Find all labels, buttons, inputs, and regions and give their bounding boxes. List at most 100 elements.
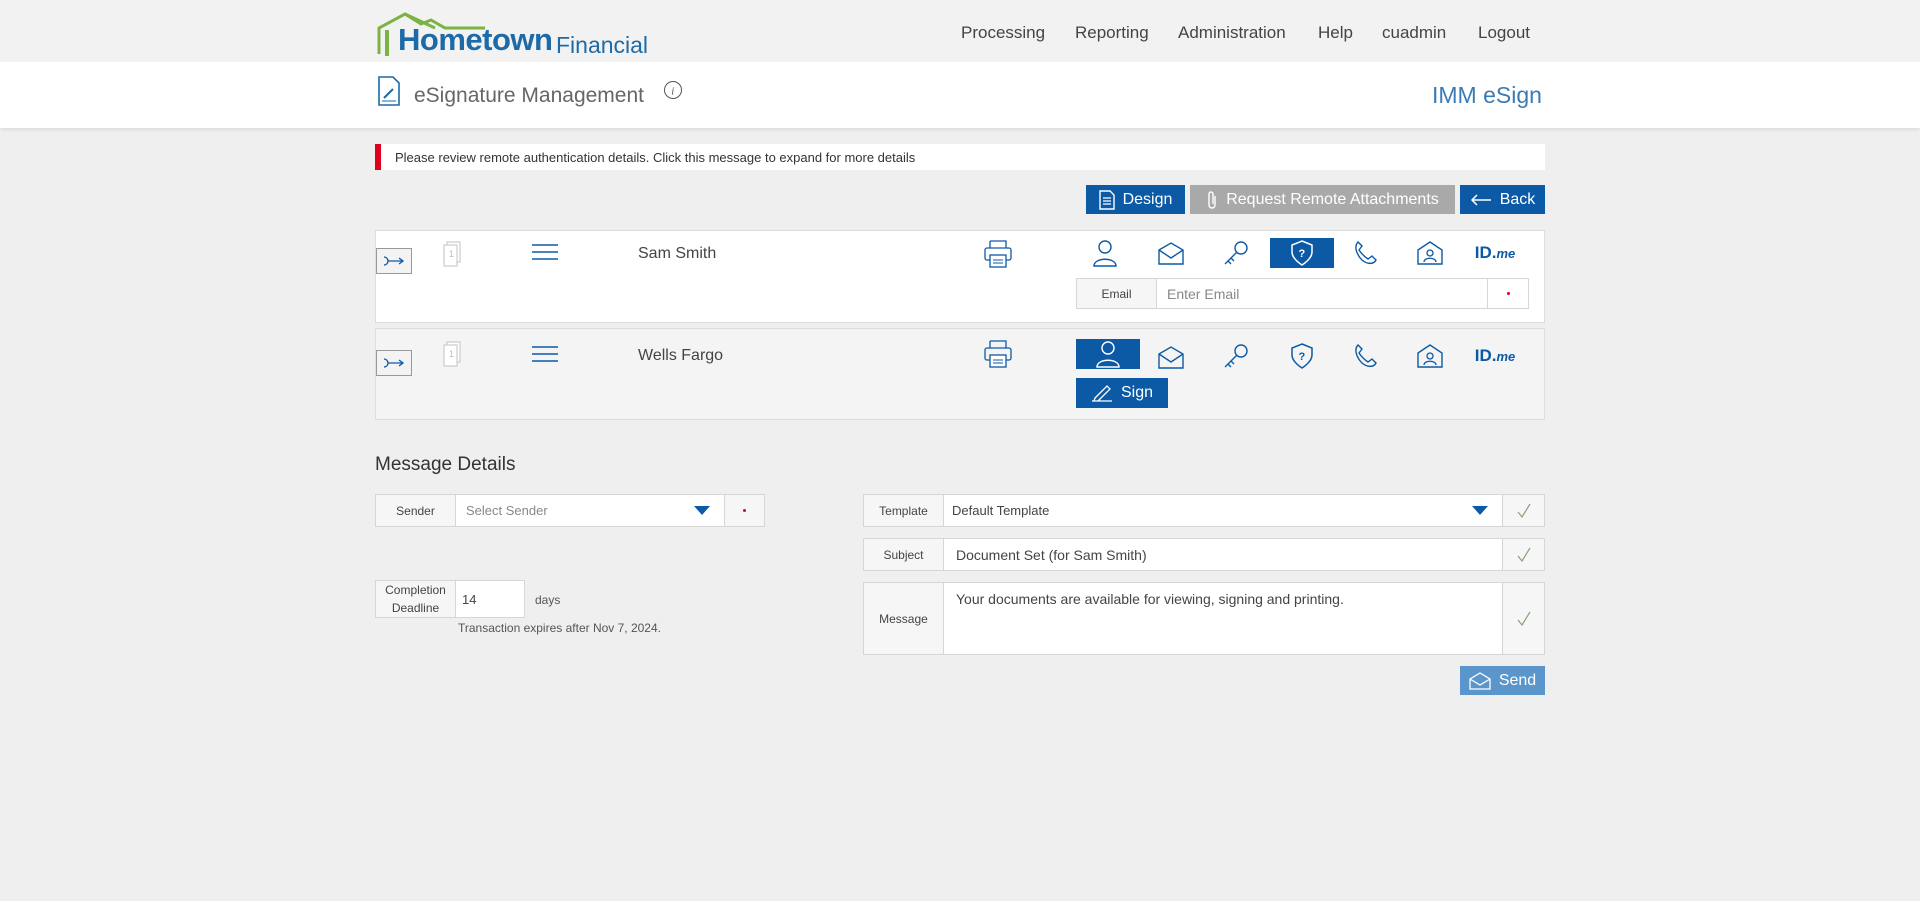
nav-help[interactable]: Help	[1318, 23, 1353, 43]
sender-label: Sender	[375, 494, 456, 527]
back-button-label: Back	[1499, 190, 1536, 208]
logo-text-bold: Hometown	[398, 22, 553, 57]
design-button-label: Design	[1122, 190, 1173, 208]
email-placeholder: Enter Email	[1167, 285, 1240, 302]
sign-button[interactable]: Sign	[1076, 378, 1168, 408]
auth-in-person[interactable]	[1076, 339, 1140, 369]
checkmark-icon	[1517, 547, 1531, 562]
request-attachments-label: Request Remote Attachments	[1226, 190, 1439, 208]
auth-password[interactable]	[1204, 341, 1268, 371]
idme-logo: ID.me	[1474, 346, 1516, 365]
route-arrow-icon	[383, 256, 405, 266]
sign-button-label: Sign	[1120, 384, 1154, 401]
pen-sign-icon	[1091, 385, 1112, 402]
auth-password[interactable]	[1204, 238, 1268, 268]
route-arrow-icon	[383, 358, 405, 368]
email-required-indicator	[1487, 278, 1529, 309]
nav-administration[interactable]: Administration	[1178, 23, 1286, 43]
subject-input[interactable]: Document Set (for Sam Smith)	[943, 538, 1503, 571]
pages-icon[interactable]: 1	[442, 341, 464, 367]
logo-text-light: Financial	[556, 32, 649, 58]
shield-question-icon: ?	[1291, 240, 1313, 266]
required-dot-icon	[1506, 292, 1510, 295]
auth-email[interactable]	[1139, 342, 1203, 372]
document-sign-icon	[378, 76, 400, 106]
auth-idme[interactable]: ID.me	[1463, 341, 1527, 371]
auth-id-check[interactable]	[1398, 341, 1462, 371]
completion-days-input[interactable]: 14	[455, 580, 525, 618]
days-label: days	[535, 593, 561, 607]
template-valid-indicator	[1502, 494, 1545, 527]
key-icon	[1224, 241, 1248, 265]
message-textarea[interactable]: Your documents are available for viewing…	[943, 582, 1503, 655]
design-button[interactable]: Design	[1086, 185, 1185, 214]
person-icon	[1096, 341, 1120, 368]
person-icon	[1093, 240, 1117, 267]
envelope-icon	[1158, 242, 1184, 265]
checkmark-icon	[1517, 503, 1531, 518]
remote-auth-alert[interactable]: Please review remote authentication deta…	[375, 144, 1545, 170]
auth-id-check[interactable]	[1398, 238, 1462, 268]
auth-phone[interactable]	[1333, 341, 1397, 371]
completion-label-line2: Deadline	[391, 601, 440, 615]
routing-button[interactable]	[376, 248, 412, 274]
required-dot-icon	[743, 509, 746, 512]
id-card-icon	[1417, 241, 1443, 265]
subject-valid-indicator	[1502, 538, 1545, 571]
message-label: Message	[863, 582, 944, 655]
expiration-text: Transaction expires after Nov 7, 2024.	[458, 621, 661, 635]
message-details-title: Message Details	[375, 454, 516, 475]
auth-idme[interactable]: ID.me	[1463, 238, 1527, 268]
sender-select[interactable]: Select Sender	[455, 494, 725, 527]
svg-text:?: ?	[1299, 248, 1306, 260]
page-header	[0, 62, 1920, 128]
arrow-left-icon	[1470, 193, 1491, 206]
paperclip-icon	[1208, 190, 1216, 209]
email-label: Email	[1076, 278, 1157, 309]
menu-icon[interactable]	[531, 345, 559, 363]
svg-text:1: 1	[449, 349, 454, 359]
auth-email[interactable]	[1139, 238, 1203, 268]
idme-logo: ID.me	[1474, 243, 1516, 262]
id-card-icon	[1417, 344, 1443, 368]
nav-logout[interactable]: Logout	[1478, 23, 1530, 43]
auth-phone[interactable]	[1333, 238, 1397, 268]
send-button[interactable]: Send	[1460, 666, 1545, 695]
menu-icon[interactable]	[531, 243, 559, 261]
svg-text:?: ?	[1299, 351, 1306, 363]
message-valid-indicator	[1502, 582, 1545, 655]
chevron-down-icon	[1472, 506, 1488, 515]
checklist-icon	[1098, 189, 1115, 210]
pages-icon[interactable]: 1	[442, 241, 464, 267]
shield-question-icon: ?	[1291, 343, 1313, 369]
auth-kba[interactable]: ?	[1270, 238, 1334, 268]
auth-in-person[interactable]	[1073, 238, 1137, 268]
info-icon[interactable]: i	[663, 80, 683, 100]
recipient-name: Sam Smith	[638, 245, 717, 262]
nav-reporting[interactable]: Reporting	[1075, 23, 1149, 43]
auth-kba[interactable]: ?	[1270, 341, 1334, 371]
page-title: eSignature Management	[414, 84, 644, 107]
printer-icon[interactable]	[983, 340, 1013, 368]
svg-text:1: 1	[449, 249, 454, 259]
key-icon	[1224, 344, 1248, 368]
checkmark-icon	[1517, 611, 1531, 626]
completion-deadline-label: Completion Deadline	[375, 580, 456, 618]
envelope-send-icon	[1469, 671, 1491, 690]
nav-user[interactable]: cuadmin	[1382, 23, 1446, 43]
recipient-name: Wells Fargo	[638, 347, 724, 364]
sender-required-indicator	[724, 494, 765, 527]
template-label: Template	[863, 494, 944, 527]
template-select[interactable]: Default Template	[943, 494, 1503, 527]
request-remote-attachments-button[interactable]: Request Remote Attachments	[1190, 185, 1455, 214]
alert-text: Please review remote authentication deta…	[395, 150, 916, 165]
back-button[interactable]: Back	[1460, 185, 1545, 214]
routing-button[interactable]	[376, 350, 412, 376]
top-nav-bar	[0, 0, 1920, 62]
nav-processing[interactable]: Processing	[961, 23, 1045, 43]
chevron-down-icon	[694, 506, 710, 515]
template-value: Default Template	[952, 503, 1050, 518]
printer-icon[interactable]	[983, 240, 1013, 268]
completion-label-line1: Completion	[385, 583, 446, 597]
email-field[interactable]: Enter Email	[1156, 278, 1488, 309]
